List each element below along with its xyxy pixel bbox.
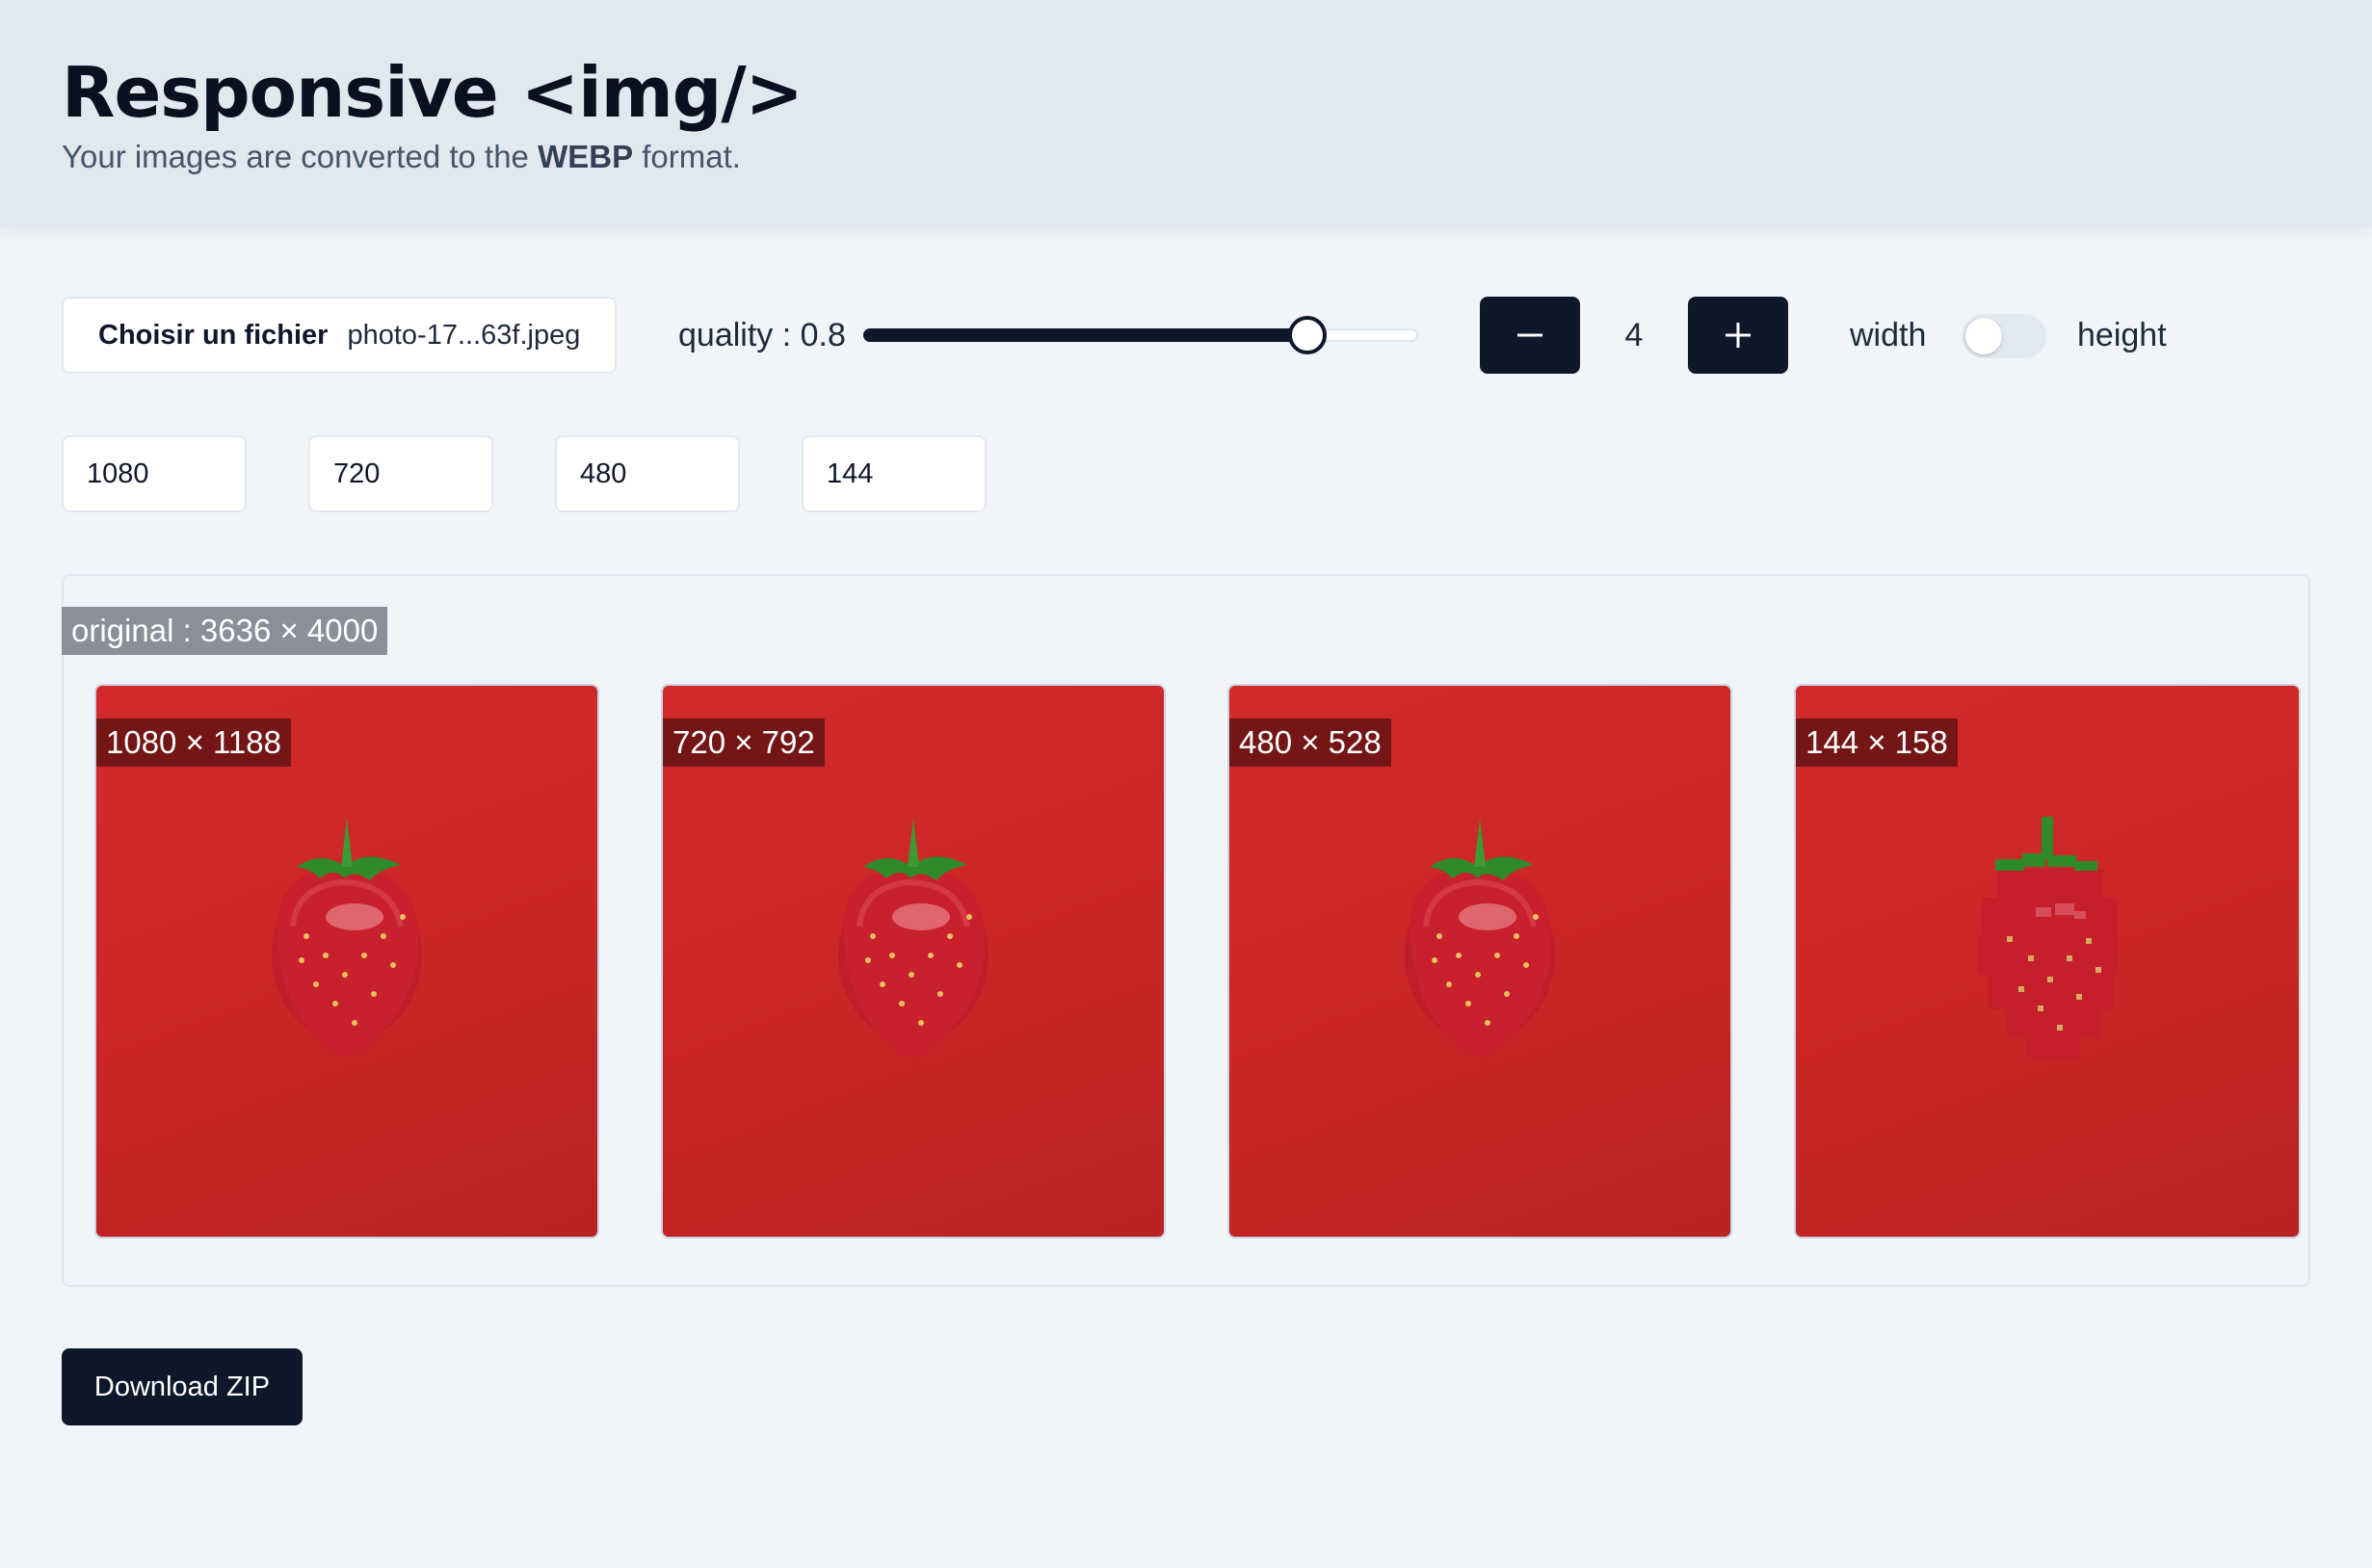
- quality-label: quality : 0.8: [678, 317, 846, 353]
- slider-fill: [863, 328, 1307, 342]
- preview-image-1: 1080 × 1188: [94, 684, 599, 1239]
- image-size-label: 1080 × 1188: [96, 719, 291, 767]
- page-header: Responsive <img/> Your images are conver…: [0, 0, 2372, 227]
- preview-image-4: 144 × 158: [1794, 684, 2301, 1239]
- size-input-4[interactable]: [802, 435, 987, 512]
- choose-file-button[interactable]: Choisir un fichier: [98, 320, 328, 352]
- preview-image-2: 720 × 792: [661, 684, 1166, 1239]
- strawberry-image: [1978, 817, 2119, 1058]
- increment-button[interactable]: [1688, 297, 1788, 374]
- minus-icon: [1517, 333, 1542, 337]
- toggle-knob: [1965, 318, 2002, 354]
- image-size-label: 480 × 528: [1229, 719, 1391, 767]
- decrement-button[interactable]: [1480, 297, 1580, 374]
- image-size-label: 144 × 158: [1796, 719, 1958, 767]
- subtitle-prefix: Your images are converted to the: [62, 139, 539, 174]
- subtitle-format: WEBP: [538, 139, 634, 174]
- download-zip-button[interactable]: Download ZIP: [62, 1348, 303, 1425]
- size-input-3[interactable]: [555, 435, 740, 512]
- quality-slider[interactable]: [863, 316, 1418, 354]
- dimension-toggle[interactable]: [1962, 314, 2046, 358]
- page-subtitle: Your images are converted to the WEBP fo…: [62, 137, 741, 177]
- toggle-height-label: height: [2077, 317, 2167, 353]
- page-title: Responsive <img/>: [62, 52, 804, 133]
- image-size-label: 720 × 792: [663, 719, 825, 767]
- toggle-width-label: width: [1850, 317, 1927, 353]
- slider-thumb[interactable]: [1287, 316, 1327, 354]
- size-count: 4: [1624, 317, 1644, 353]
- file-name: photo-17...63f.jpeg: [347, 319, 581, 351]
- subtitle-suffix: format.: [633, 139, 741, 174]
- preview-image-3: 480 × 528: [1227, 684, 1732, 1239]
- original-size-label: original : 3636 × 4000: [62, 607, 388, 655]
- plus-icon: [1726, 323, 1751, 348]
- strawberry-image: [838, 819, 988, 1058]
- size-input-2[interactable]: [308, 435, 493, 512]
- strawberry-image: [1405, 819, 1555, 1058]
- file-input[interactable]: Choisir un fichier photo-17...63f.jpeg: [62, 297, 617, 374]
- strawberry-image: [272, 819, 422, 1058]
- size-input-1[interactable]: [62, 435, 247, 512]
